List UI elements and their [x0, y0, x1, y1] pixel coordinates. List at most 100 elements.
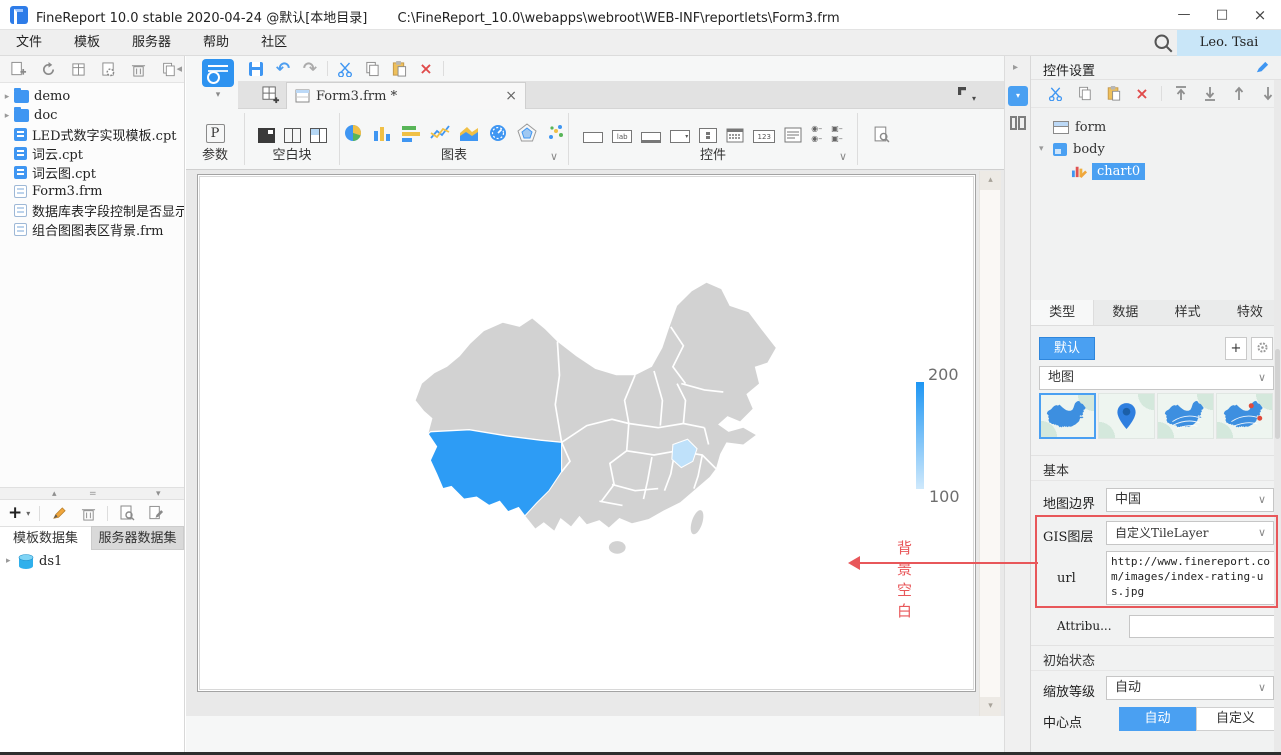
tab-effects[interactable]: 特效: [1219, 300, 1281, 325]
tree-item-file[interactable]: 数据库表字段控制是否显示: [0, 201, 184, 220]
widget-tree-item-body[interactable]: ▾ body: [1031, 138, 1281, 160]
redo-icon[interactable]: ↷: [300, 59, 320, 79]
tab-type[interactable]: 类型: [1031, 300, 1095, 325]
map-type-region[interactable]: [1039, 393, 1096, 439]
widget-more-icon[interactable]: ∨: [839, 150, 847, 163]
button-widget-icon[interactable]: [641, 132, 662, 143]
tree-item-file[interactable]: 词云.cpt: [0, 144, 184, 163]
preview-dropdown-icon[interactable]: ▾: [198, 90, 238, 100]
column-chart-icon[interactable]: [372, 123, 392, 143]
bar-chart-icon[interactable]: [401, 123, 421, 143]
area-chart-icon[interactable]: [459, 123, 479, 143]
edit-panel-icon[interactable]: [1255, 60, 1271, 76]
menu-community[interactable]: 社区: [245, 30, 303, 56]
panel-splitter[interactable]: ▴ = ▾: [0, 487, 184, 500]
url-input[interactable]: http://www.finereport.com/images/index-r…: [1106, 551, 1275, 605]
line-chart-icon[interactable]: [429, 123, 450, 143]
center-auto-button[interactable]: 自动: [1119, 707, 1196, 731]
chart-more-icon[interactable]: ∨: [550, 150, 558, 163]
user-account[interactable]: Leo. Tsai: [1177, 30, 1281, 56]
number-widget-icon[interactable]: 123: [753, 130, 776, 143]
paste-icon[interactable]: [1103, 84, 1123, 104]
gis-layer-select[interactable]: 自定义TileLayer ∨: [1106, 521, 1274, 545]
collapse-right-panel-icon[interactable]: ▸: [1013, 62, 1018, 73]
tab-block-icon[interactable]: [283, 128, 301, 143]
new-folder-icon[interactable]: [8, 59, 28, 79]
tree-item-demo[interactable]: ▸ demo: [0, 87, 184, 106]
cut-icon[interactable]: [1045, 84, 1065, 104]
report-block-icon[interactable]: [257, 128, 275, 143]
paste-icon[interactable]: [389, 59, 409, 79]
zoom-level-select[interactable]: 自动 ∨: [1106, 676, 1274, 700]
widget-tree-item-chart0[interactable]: chart0: [1031, 160, 1281, 182]
form-canvas[interactable]: 200 100: [197, 174, 976, 692]
delete-icon[interactable]: ×: [1132, 84, 1152, 104]
cut-icon[interactable]: [335, 59, 355, 79]
add-dataset-button[interactable]: +: [8, 505, 22, 522]
textarea-widget-icon[interactable]: [784, 127, 802, 143]
widget-settings-mode-icon[interactable]: ▾: [1008, 86, 1028, 106]
radio-group-widget-icon[interactable]: ◉– ◉–: [811, 125, 822, 143]
attribution-input[interactable]: [1129, 615, 1275, 638]
menu-help[interactable]: 帮助: [187, 30, 245, 56]
absolute-block-icon[interactable]: [309, 128, 327, 143]
document-tab[interactable]: Form3.frm * ×: [286, 82, 526, 109]
close-tab-icon[interactable]: ×: [505, 88, 517, 104]
undo-icon[interactable]: ↶: [273, 59, 293, 79]
parameter-pane-icon[interactable]: P: [205, 124, 225, 143]
layout-mode-icon[interactable]: [1010, 116, 1026, 130]
tree-item-file[interactable]: 词云图.cpt: [0, 163, 184, 182]
gauge-chart-icon[interactable]: [488, 123, 508, 143]
widget-tree-item-form[interactable]: form: [1031, 116, 1281, 138]
minimize-button[interactable]: —: [1167, 0, 1201, 30]
copy-file-icon[interactable]: [158, 59, 178, 79]
template-report-icon[interactable]: [68, 59, 88, 79]
default-chart-button[interactable]: 默认: [1039, 337, 1095, 360]
date-widget-icon[interactable]: [726, 127, 744, 143]
splitter-handle-icon[interactable]: =: [89, 488, 97, 500]
map-type-combo[interactable]: [1216, 393, 1273, 439]
maximize-button[interactable]: □: [1205, 0, 1239, 30]
radar-chart-icon[interactable]: [516, 123, 537, 143]
template-preview-button[interactable]: ▾: [198, 59, 238, 105]
tab-template-dataset[interactable]: 模板数据集: [0, 526, 91, 550]
map-type-point[interactable]: [1098, 393, 1155, 439]
scatter-chart-icon[interactable]: [546, 123, 566, 143]
save-icon[interactable]: [246, 59, 266, 79]
mobile-preview-icon[interactable]: [873, 126, 890, 143]
tree-widget-icon[interactable]: [699, 128, 718, 143]
move-to-bottom-icon[interactable]: [1200, 84, 1220, 104]
textfield-widget-icon[interactable]: [583, 132, 604, 143]
preview-dataset-icon[interactable]: [117, 503, 137, 523]
tree-item-doc[interactable]: ▸ doc: [0, 106, 184, 125]
menu-file[interactable]: 文件: [0, 30, 58, 56]
expand-icon[interactable]: ▸: [6, 556, 18, 566]
scroll-down-icon[interactable]: ▾: [980, 697, 1001, 716]
tree-item-file[interactable]: LED式数字实现模板.cpt: [0, 125, 184, 144]
new-template-icon[interactable]: [262, 86, 280, 104]
section-initial-state[interactable]: 初始状态: [1031, 645, 1274, 671]
move-to-top-icon[interactable]: [1171, 84, 1191, 104]
delete-icon[interactable]: ×: [416, 59, 436, 79]
pie-chart-icon[interactable]: [343, 123, 363, 143]
vertical-scrollbar[interactable]: ▴ ▾: [979, 171, 1001, 716]
collapse-icon[interactable]: ▾: [1039, 144, 1053, 154]
menu-template[interactable]: 模板: [58, 30, 116, 56]
tab-style[interactable]: 样式: [1157, 300, 1219, 325]
chart-settings-button[interactable]: [1251, 337, 1273, 360]
tab-server-dataset[interactable]: 服务器数据集: [91, 526, 184, 550]
tab-list-icon[interactable]: ▾: [958, 87, 976, 103]
batch-edit-dataset-icon[interactable]: [146, 503, 166, 523]
tab-data[interactable]: 数据: [1094, 300, 1156, 325]
expand-icon[interactable]: ▸: [0, 92, 14, 102]
delete-dataset-icon[interactable]: [78, 503, 98, 523]
add-chart-button[interactable]: +: [1225, 337, 1247, 360]
form-body[interactable]: 200 100: [199, 176, 974, 690]
menu-server[interactable]: 服务器: [116, 30, 187, 56]
search-icon[interactable]: [1153, 33, 1173, 53]
delete-file-icon[interactable]: [128, 59, 148, 79]
tree-item-file[interactable]: Form3.frm: [0, 182, 184, 201]
dataset-item-ds1[interactable]: ▸ ds1: [0, 550, 184, 572]
collapse-left-panel-icon[interactable]: ◂: [176, 62, 182, 75]
expand-icon[interactable]: ▸: [0, 111, 14, 121]
